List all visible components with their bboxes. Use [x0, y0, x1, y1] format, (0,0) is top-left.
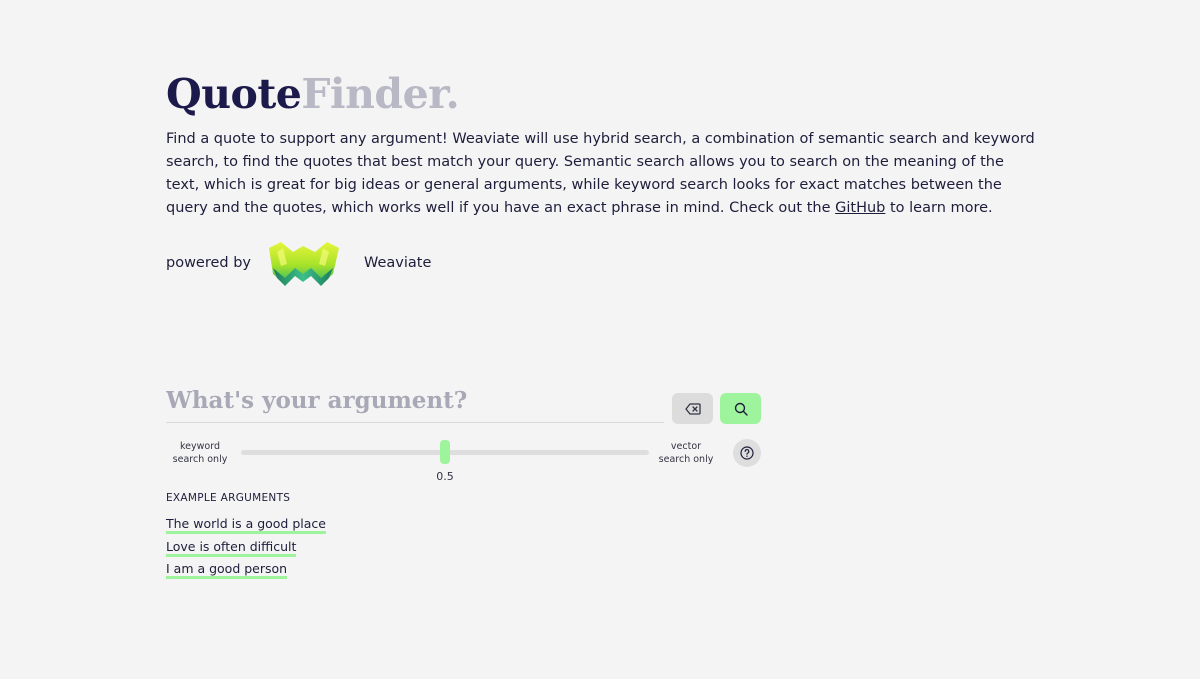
app-title: QuoteFinder. [166, 66, 460, 122]
alpha-slider-thumb[interactable] [440, 440, 450, 464]
help-button[interactable] [733, 439, 761, 467]
example-argument-link[interactable]: I am a good person [166, 561, 288, 579]
github-link[interactable]: GitHub [835, 200, 885, 216]
keyword-search-label: keyword search only [166, 440, 234, 466]
alpha-slider-value: 0.5 [436, 470, 454, 483]
list-item: The world is a good place [166, 513, 326, 536]
example-argument-link[interactable]: Love is often difficult [166, 538, 297, 557]
backspace-icon [684, 402, 701, 415]
example-argument-link[interactable]: The world is a good place [166, 516, 326, 534]
weaviate-name: Weaviate [364, 255, 432, 271]
vector-search-label: vector search only [652, 440, 720, 466]
example-arguments-heading: EXAMPLE ARGUMENTS [166, 492, 291, 504]
argument-search-input[interactable] [166, 378, 664, 423]
clear-button[interactable] [672, 393, 713, 424]
page: QuoteFinder. Find a quote to support any… [0, 0, 1200, 679]
list-item: I am a good person [166, 558, 326, 581]
title-finder: Finder. [301, 70, 460, 118]
search-button[interactable] [720, 393, 761, 424]
title-quote: Quote [166, 70, 302, 118]
keyword-label-line1: keyword [180, 441, 220, 452]
example-arguments-list: The world is a good place Love is often … [166, 513, 326, 581]
search-icon [734, 402, 748, 416]
vector-label-line2: search only [658, 454, 714, 465]
description-text-end: to learn more. [885, 200, 993, 216]
list-item: Love is often difficult [166, 536, 326, 559]
question-icon [740, 446, 754, 460]
app-description: Find a quote to support any argument! We… [166, 128, 1036, 220]
keyword-label-line2: search only [172, 454, 228, 465]
weaviate-logo [269, 242, 339, 286]
vector-label-line1: vector [670, 441, 702, 452]
powered-by-label: powered by [166, 255, 252, 271]
